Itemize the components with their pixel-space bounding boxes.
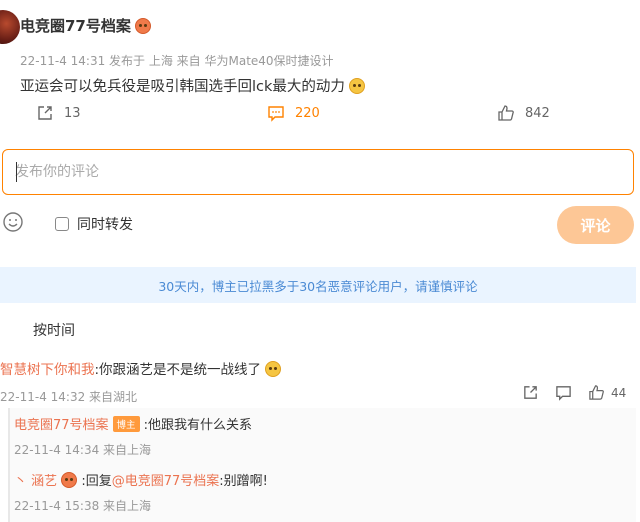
comment-like-count: 44 xyxy=(611,385,627,400)
avatar[interactable] xyxy=(0,10,20,44)
post-header: 电竞圈77号档案 22-11-4 14:31 发布于 上海 来自 华为Mate4… xyxy=(0,8,640,95)
comment-button[interactable]: 220 xyxy=(267,104,320,122)
post-actions: 13 220 842 xyxy=(0,104,640,124)
repost-count: 13 xyxy=(64,105,81,121)
comment-like-button[interactable]: 44 xyxy=(588,384,626,401)
comment-count: 220 xyxy=(295,105,320,121)
comment-input[interactable] xyxy=(3,150,633,194)
reply-thread: 电竞圈77号档案 博主:他跟我有什么关系 22-11-4 14:34 来自上海 丶… xyxy=(8,408,636,522)
reply-text-before: :回复 xyxy=(81,474,112,489)
comment-text: :你跟涵艺是不是统一战线了 xyxy=(94,362,262,378)
comment-actions: 44 xyxy=(522,384,626,401)
thumbs-up-icon xyxy=(498,105,514,121)
repost-checkbox[interactable] xyxy=(55,217,69,231)
reply-user-prefix: 丶 xyxy=(14,474,28,489)
post-author[interactable]: 电竞圈77号档案 xyxy=(20,15,151,36)
reply-user[interactable]: 电竞圈77号档案 xyxy=(14,418,109,433)
laughing-emoji-icon xyxy=(265,361,282,377)
comment-user[interactable]: 智慧树下你和我 xyxy=(0,362,95,378)
emoji-picker-icon[interactable] xyxy=(2,211,24,233)
post-text: 亚运会可以免兵役是吸引韩国选手回lck最大的动力 xyxy=(20,75,365,96)
comment-icon xyxy=(268,106,284,122)
post-author-name[interactable]: 电竞圈77号档案 xyxy=(20,17,131,35)
share-icon xyxy=(38,106,52,120)
comment-icon[interactable] xyxy=(555,384,572,401)
comment-line: 智慧树下你和我:你跟涵艺是不是统一战线了 xyxy=(0,358,640,378)
submit-comment-button[interactable]: 评论 xyxy=(557,206,634,244)
repost-checkbox-row[interactable]: 同时转发 xyxy=(55,214,133,234)
comment-item: 智慧树下你和我:你跟涵艺是不是统一战线了 22-11-4 14:32 来自湖北 … xyxy=(0,358,640,405)
vip-emoji-icon xyxy=(134,18,151,34)
like-count: 842 xyxy=(525,105,550,121)
post-text-content: 亚运会可以免兵役是吸引韩国选手回lck最大的动力 xyxy=(20,79,345,95)
share-icon[interactable] xyxy=(522,384,539,401)
like-button[interactable]: 842 xyxy=(497,104,550,122)
sort-by-time-tab[interactable]: 按时间 xyxy=(33,320,75,340)
reply-item: 丶 涵艺 :回复@电竞圈77号档案:别蹭啊! 22-11-4 15:38 来自上… xyxy=(14,470,268,514)
post-meta: 22-11-4 14:31 发布于 上海 来自 华为Mate40保时捷设计 xyxy=(20,54,334,68)
reply-line: 丶 涵艺 :回复@电竞圈77号档案:别蹭啊! xyxy=(14,470,268,489)
blogger-badge: 博主 xyxy=(112,416,140,432)
reply-text-after: :别蹭啊! xyxy=(219,474,268,489)
composer-toolbar: 同时转发 评论 xyxy=(0,206,640,244)
reply-user[interactable]: 涵艺 xyxy=(31,474,57,489)
comment-input-box[interactable] xyxy=(2,149,634,195)
repost-button[interactable]: 13 xyxy=(36,104,81,122)
thumbs-up-icon xyxy=(589,385,604,400)
reply-meta: 22-11-4 14:34 来自上海 xyxy=(14,443,152,457)
pleading-face-emoji-icon xyxy=(348,78,365,94)
notice-banner: 30天内，博主已拉黑多于30名恶意评论用户，请谨慎评论 xyxy=(0,267,636,303)
reply-line: 电竞圈77号档案 博主:他跟我有什么关系 xyxy=(14,414,252,433)
reply-meta: 22-11-4 15:38 来自上海 xyxy=(14,499,152,513)
mention-link[interactable]: @电竞圈77号档案 xyxy=(112,474,220,489)
reply-item: 电竞圈77号档案 博主:他跟我有什么关系 22-11-4 14:34 来自上海 xyxy=(14,414,252,458)
vip-emoji-icon xyxy=(61,472,78,488)
reply-text: :他跟我有什么关系 xyxy=(143,418,252,433)
text-caret xyxy=(16,162,17,182)
repost-checkbox-label: 同时转发 xyxy=(77,217,133,233)
